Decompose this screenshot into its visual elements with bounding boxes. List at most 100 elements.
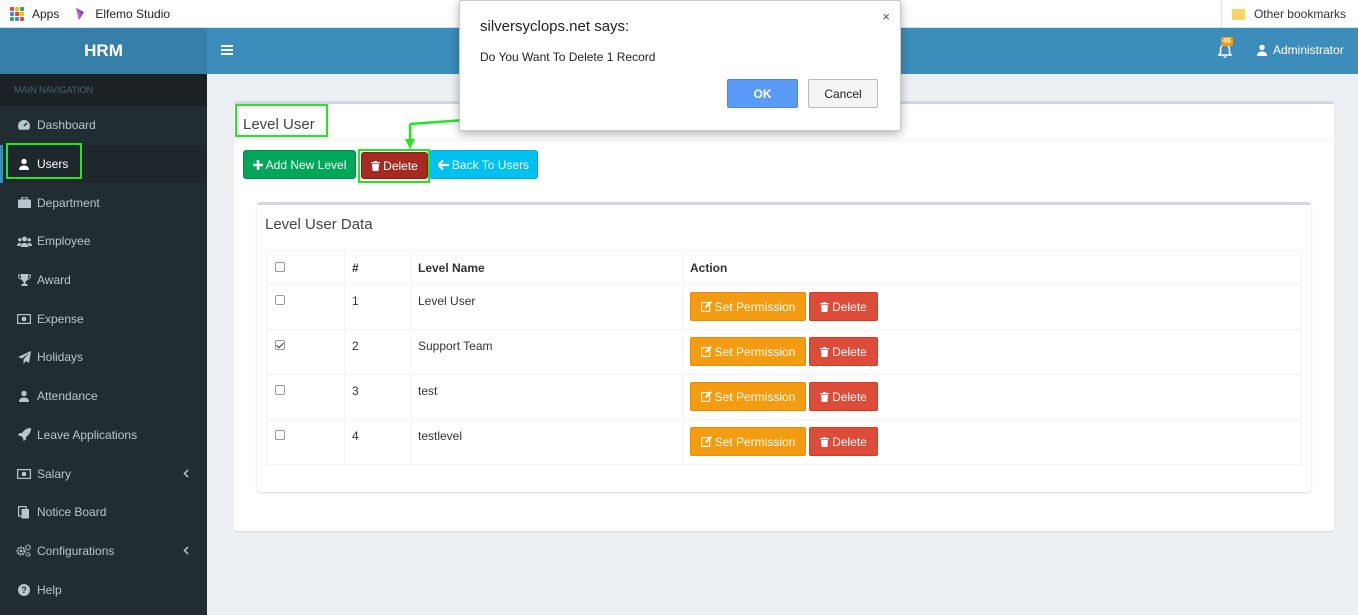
table-title: Level User Data [265, 216, 373, 233]
rocket-icon [16, 428, 32, 442]
row-number: 2 [344, 329, 411, 375]
trash-icon [820, 436, 830, 447]
sidebar-item-label: Attendance [37, 389, 98, 404]
row-actions: Set Permission Delete [682, 374, 1302, 420]
header-number: # [344, 250, 411, 285]
delete-row-button[interactable]: Delete [809, 427, 878, 456]
delete-row-label: Delete [832, 344, 867, 359]
sidebar-item-notice-board[interactable]: Notice Board [0, 493, 207, 532]
sidebar-item-salary[interactable]: Salary [0, 454, 207, 493]
sidebar-item-label: Leave Applications [37, 427, 138, 442]
add-new-level-label: Add New Level [265, 157, 347, 172]
sidebar-item-help[interactable]: ? Help [0, 570, 207, 609]
sidebar-item-label: Department [37, 195, 100, 210]
elfemo-label: Elfemo Studio [95, 6, 171, 21]
edit-icon [700, 346, 712, 357]
row-level-name: Level User [410, 284, 683, 330]
sidebar-item-label: Notice Board [37, 505, 107, 520]
close-icon[interactable]: × [882, 9, 890, 24]
ok-button[interactable]: OK [727, 79, 798, 108]
set-permission-button[interactable]: Set Permission [690, 382, 806, 411]
trash-icon [820, 301, 830, 312]
row-number: 3 [344, 374, 411, 420]
row-checkbox[interactable] [275, 385, 285, 395]
sidebar-item-leave-applications[interactable]: Leave Applications [0, 416, 207, 455]
elfemo-bookmark[interactable]: Elfemo Studio [73, 7, 170, 21]
sidebar-item-label: Expense [37, 311, 84, 326]
briefcase-icon [16, 197, 32, 209]
sidebar-item-label: Employee [37, 234, 91, 249]
folder-icon [1231, 8, 1245, 20]
gears-icon [16, 544, 32, 558]
row-checkbox-cell [266, 419, 345, 465]
sidebar-item-holidays[interactable]: Holidays [0, 338, 207, 377]
row-level-name: Support Team [410, 329, 683, 375]
delete-row-button[interactable]: Delete [809, 292, 878, 321]
select-all-checkbox[interactable] [275, 262, 285, 272]
other-bookmarks[interactable]: Other bookmarks [1220, 0, 1346, 28]
set-permission-button[interactable]: Set Permission [690, 292, 806, 321]
trash-icon [820, 346, 830, 357]
row-checkbox-cell [266, 374, 345, 420]
row-checkbox[interactable] [275, 295, 285, 305]
delete-row-button[interactable]: Delete [809, 337, 878, 366]
row-checkbox[interactable] [275, 430, 285, 440]
set-permission-button[interactable]: Set Permission [690, 427, 806, 456]
sidebar-item-label: Award [37, 273, 71, 288]
row-checkbox-cell [266, 329, 345, 375]
highlight-box-title [235, 104, 328, 137]
row-checkbox[interactable] [275, 340, 285, 350]
sidebar-item-award[interactable]: Award [0, 261, 207, 300]
chevron-left-icon [183, 467, 189, 481]
sidebar-item-label: Dashboard [37, 118, 96, 133]
menu-toggle-icon[interactable] [221, 45, 233, 55]
users-icon [16, 236, 32, 247]
arrow-left-icon [437, 159, 449, 170]
money-icon [16, 468, 32, 479]
user-menu[interactable]: Administrator [1256, 43, 1344, 57]
confirm-dialog: silversyclops.net says: × Do You Want To… [459, 0, 901, 131]
money-icon [16, 313, 32, 324]
back-to-users-button[interactable]: Back To Users [429, 150, 538, 179]
apps-bookmark[interactable]: Apps [10, 6, 60, 21]
dialog-title: silversyclops.net says: [480, 18, 630, 35]
trash-icon [820, 391, 830, 402]
sidebar-item-dashboard[interactable]: Dashboard [0, 106, 207, 145]
delete-row-button[interactable]: Delete [809, 382, 878, 411]
notification-badge: 45 [1221, 37, 1233, 46]
user-name: Administrator [1273, 43, 1344, 57]
row-checkbox-cell [266, 284, 345, 330]
set-permission-label: Set Permission [714, 434, 796, 449]
delete-row-label: Delete [832, 434, 867, 449]
logo[interactable]: HRM [0, 28, 207, 74]
trophy-icon [16, 274, 32, 287]
select-all-cell [266, 250, 345, 285]
edit-icon [700, 391, 712, 402]
set-permission-label: Set Permission [714, 299, 796, 314]
box-divider [234, 140, 1334, 141]
cancel-button[interactable]: Cancel [808, 79, 878, 108]
sidebar-item-label: Salary [37, 466, 72, 481]
row-level-name: test [410, 374, 683, 420]
row-actions: Set Permission Delete [682, 284, 1302, 330]
sidebar-item-employee[interactable]: Employee [0, 222, 207, 261]
elfemo-logo-icon [76, 7, 85, 20]
sidebar-item-label: Configurations [37, 543, 115, 558]
chevron-left-icon [183, 544, 189, 558]
table-header-row: # Level Name Action [266, 250, 1302, 285]
apps-label: Apps [32, 6, 60, 21]
edit-icon [700, 301, 712, 312]
row-actions: Set Permission Delete [682, 329, 1302, 375]
row-number: 1 [344, 284, 411, 330]
svg-text:?: ? [21, 585, 27, 595]
add-new-level-button[interactable]: Add New Level [243, 150, 356, 179]
dialog-message: Do You Want To Delete 1 Record [480, 50, 656, 64]
sidebar-item-expense[interactable]: Expense [0, 299, 207, 338]
back-to-users-label: Back To Users [451, 157, 530, 172]
sidebar-item-department[interactable]: Department [0, 183, 207, 222]
set-permission-button[interactable]: Set Permission [690, 337, 806, 366]
sidebar-item-attendance[interactable]: Attendance [0, 377, 207, 416]
sidebar-item-configurations[interactable]: Configurations [0, 532, 207, 571]
table-row: 4 testlevel Set Permission Delete [266, 419, 1302, 465]
row-level-name: testlevel [410, 419, 683, 465]
